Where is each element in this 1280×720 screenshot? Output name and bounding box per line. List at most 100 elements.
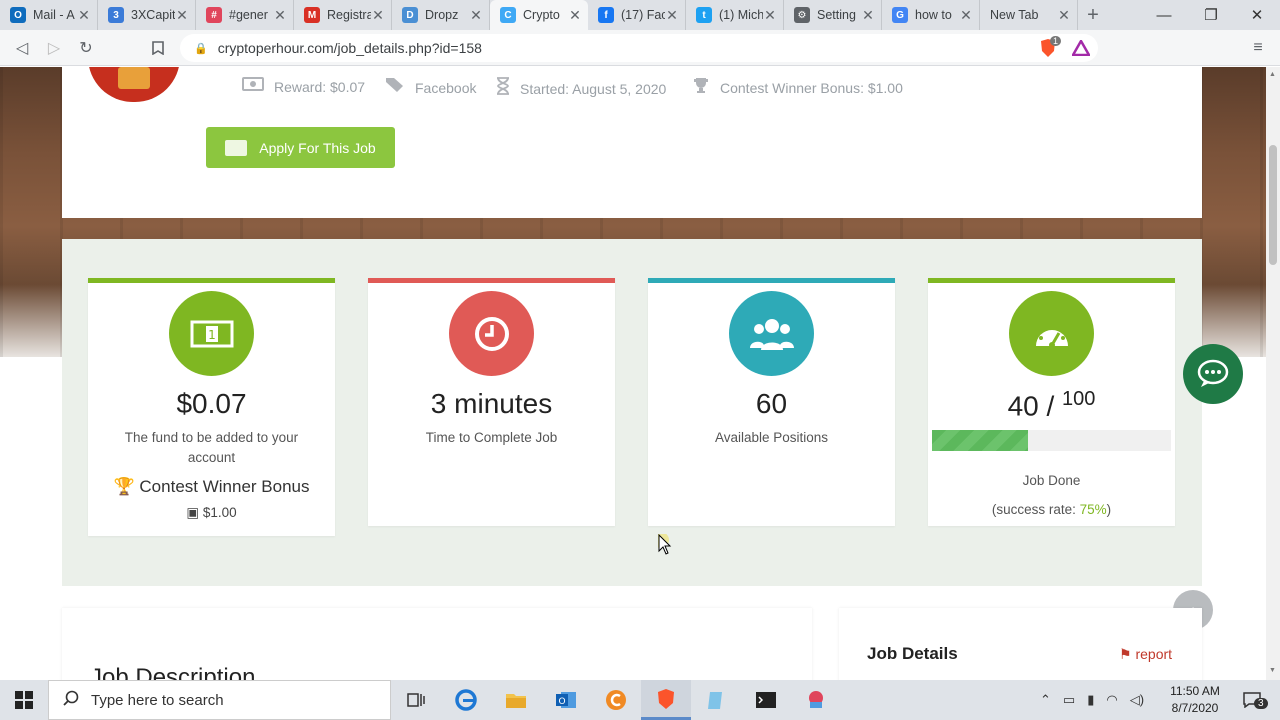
close-tab-icon[interactable]: ✕ — [77, 7, 91, 24]
dashboard-icon — [1009, 291, 1094, 376]
tab-strip: O Mail - A ✕ 3 3XCapit ✕ # #gener ✕ M Registra ✕ D Dr… — [0, 0, 1280, 30]
success-suffix: ) — [1106, 502, 1112, 518]
close-tab-icon[interactable]: ✕ — [763, 7, 777, 24]
clock-icon — [449, 291, 534, 376]
back-icon[interactable]: ◁ — [10, 36, 34, 60]
ccleaner-icon[interactable] — [591, 680, 641, 720]
notification-center-icon[interactable]: 3 — [1232, 680, 1272, 720]
tab-favicon-icon: # — [206, 7, 222, 23]
tab[interactable]: C Crypto ✕ — [490, 0, 588, 30]
close-window-button[interactable]: ✕ — [1234, 0, 1280, 30]
menu-icon[interactable]: ≡ — [1246, 36, 1270, 60]
started-meta: Started: August 5, 2020 — [496, 77, 666, 100]
taskbar-search-input[interactable]: Type here to search — [48, 680, 391, 720]
contest-bonus-label: 🏆 Contest Winner Bonus — [88, 477, 335, 497]
report-label: report — [1135, 646, 1173, 662]
microphone-icon[interactable]: ▮ — [1087, 692, 1094, 708]
contest-bonus-amount: ▣ $1.00 — [88, 505, 335, 521]
done-count: 40 / — [1007, 390, 1063, 422]
close-tab-icon[interactable]: ✕ — [469, 7, 483, 24]
reward-desc: The fund to be added to your account — [124, 430, 299, 465]
notification-count: 3 — [1254, 698, 1268, 709]
url-text: cryptoperhour.com/job_details.php?id=158 — [217, 40, 482, 56]
file-explorer-icon[interactable] — [491, 680, 541, 720]
time-value: 3 minutes — [430, 388, 553, 419]
job-stats-panel: 1 $0.07 The fund to be added to your acc… — [62, 239, 1202, 586]
taskbar-clock[interactable]: 11:50 AM 8/7/2020 — [1170, 683, 1220, 717]
page-scrollbar[interactable]: ▲ ▼ — [1266, 67, 1280, 680]
job-description-title: Job Description — [90, 664, 256, 680]
trophy-icon — [118, 67, 150, 89]
apply-job-button[interactable]: Apply For This Job — [206, 127, 395, 168]
svg-text:1: 1 — [208, 328, 216, 342]
time-desc: Time to Complete Job — [425, 430, 558, 445]
close-tab-icon[interactable]: ✕ — [175, 7, 189, 24]
minimize-button[interactable]: — — [1141, 0, 1187, 30]
job-details-card: Job Details ⚑ report — [839, 608, 1202, 680]
tab[interactable]: ⚙ Setting ✕ — [784, 0, 882, 30]
scroll-up-arrow-icon[interactable]: ▲ — [1269, 71, 1276, 78]
close-tab-icon[interactable]: ✕ — [371, 7, 385, 24]
tab[interactable]: D Dropz ✕ — [392, 0, 490, 30]
tab-title: Setting — [817, 8, 856, 22]
success-prefix: (success rate: — [991, 502, 1080, 518]
restore-button[interactable]: ❐ — [1188, 0, 1234, 30]
close-tab-icon[interactable]: ✕ — [959, 7, 973, 24]
volume-icon[interactable]: ◁) — [1130, 692, 1144, 708]
system-tray: ⌃ ▭ ▮ ◠ ◁) — [1040, 680, 1144, 720]
completion-progress-bar — [932, 430, 1171, 452]
tab[interactable]: # #gener ✕ — [196, 0, 294, 30]
outlook-icon[interactable]: O — [541, 680, 591, 720]
address-bar[interactable]: 🔒 cryptoperhour.com/job_details.php?id=1… — [180, 34, 1098, 62]
contest-bonus-text: Contest Winner Bonus — [139, 477, 310, 496]
edge-icon[interactable] — [441, 680, 491, 720]
tab[interactable]: O Mail - A ✕ — [0, 0, 98, 30]
report-link[interactable]: ⚑ report — [1119, 646, 1172, 663]
job-details-title: Job Details — [867, 644, 958, 663]
reward-stat-card: 1 $0.07 The fund to be added to your acc… — [88, 278, 335, 536]
brave-shield-icon[interactable]: 1 — [1036, 36, 1062, 60]
close-tab-icon[interactable]: ✕ — [273, 7, 287, 24]
terminal-icon[interactable] — [741, 680, 791, 720]
scrollbar-thumb[interactable] — [1269, 145, 1277, 265]
close-tab-icon[interactable]: ✕ — [1057, 7, 1071, 24]
brave-rewards-icon[interactable] — [1069, 36, 1093, 60]
reward-meta: Reward: $0.07 — [242, 77, 365, 96]
reward-value: $0.07 — [176, 388, 247, 419]
battery-icon[interactable]: ▭ — [1063, 692, 1075, 708]
tab[interactable]: t (1) Mich ✕ — [686, 0, 784, 30]
forward-icon[interactable]: ▷ — [42, 36, 66, 60]
chevron-up-icon[interactable]: ⌃ — [1040, 692, 1051, 708]
category-meta: Facebook — [385, 77, 476, 98]
new-tab-button[interactable]: + — [1078, 0, 1108, 30]
notepad-icon[interactable] — [691, 680, 741, 720]
windows-start-icon[interactable] — [0, 680, 48, 720]
done-desc: Job Done — [1022, 473, 1081, 489]
bookmark-icon[interactable] — [146, 36, 170, 60]
tab-favicon-icon: M — [304, 7, 320, 23]
tab-title: (17) Fac — [621, 8, 665, 22]
tab[interactable]: Ghow to ✕ — [882, 0, 980, 30]
time-stat-card: 3 minutes Time to Complete Job — [368, 278, 615, 526]
reload-icon[interactable]: ↻ — [74, 36, 98, 60]
tab[interactable]: f (17) Fac ✕ — [588, 0, 686, 30]
tab[interactable]: M Registra ✕ — [294, 0, 392, 30]
tab[interactable]: New Tab ✕ — [980, 0, 1078, 30]
task-view-icon[interactable] — [391, 680, 441, 720]
done-value: 40 / 100 — [928, 388, 1175, 422]
wifi-icon[interactable]: ◠ — [1106, 692, 1117, 708]
hourglass-icon — [496, 77, 510, 100]
tab-favicon-icon: f — [598, 7, 614, 23]
close-tab-icon[interactable]: ✕ — [861, 7, 875, 24]
search-icon — [63, 690, 79, 710]
windows-taskbar: Type here to search O ⌃ ▭ ▮ ◠ ◁) 3 — [0, 680, 1280, 720]
scroll-down-arrow-icon[interactable]: ▼ — [1269, 667, 1276, 674]
chat-button[interactable] — [1183, 344, 1243, 404]
close-tab-icon[interactable]: ✕ — [665, 7, 679, 24]
app-icon[interactable] — [791, 680, 841, 720]
brave-browser-icon[interactable] — [641, 680, 691, 720]
close-tab-icon[interactable]: ✕ — [568, 7, 582, 24]
bonus-amount-text: $1.00 — [202, 505, 237, 520]
tags-icon — [385, 77, 405, 98]
tab[interactable]: 3 3XCapit ✕ — [98, 0, 196, 30]
